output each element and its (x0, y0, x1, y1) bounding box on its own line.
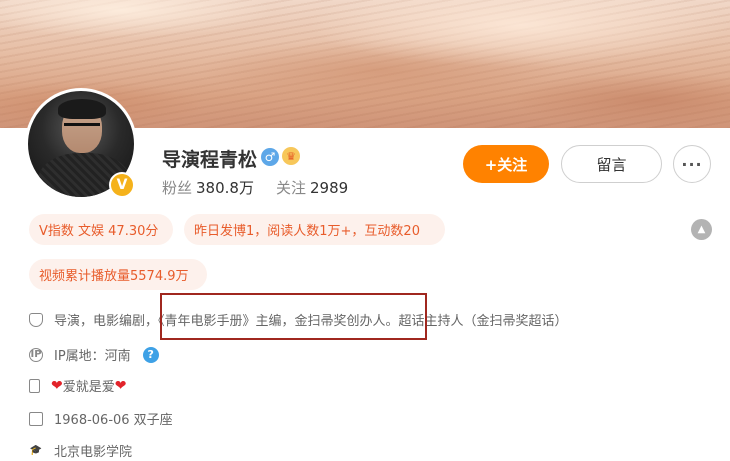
v-index-tag[interactable]: V指数 文娱 47.30分 (29, 214, 173, 245)
intro-text: 导演，电影编剧，《青年电影手册》主编，金扫帚奖创办人。超话主持人（金扫帚奖超话） (54, 314, 568, 329)
help-icon[interactable]: ? (142, 346, 159, 363)
shield-icon (29, 312, 43, 327)
ip-location: IP属地：河南 (54, 349, 131, 364)
ip-row: IP IP属地：河南 ? (29, 345, 159, 364)
message-button[interactable]: 留言 (561, 145, 662, 183)
verified-badge-icon: V (109, 172, 135, 198)
profile-stats: 粉丝 380.8万 关注 2989 (162, 177, 370, 198)
follow-button[interactable]: +关注 (463, 145, 549, 183)
fans-count[interactable]: 380.8万 (196, 179, 254, 197)
birthday-text: 1968-06-06 双子座 (54, 413, 173, 428)
school-row: 🎓 北京电影学院 (29, 441, 132, 460)
fans-label: 粉丝 (162, 179, 193, 197)
heart-icon: ❤ (51, 377, 63, 394)
motto-row: ❤ 爱就是爱 ❤ (29, 376, 126, 395)
school-text[interactable]: 北京电影学院 (54, 441, 132, 460)
yesterday-stats-tag[interactable]: 昨日发博1，阅读人数1万+，互动数20 (184, 214, 445, 245)
video-plays-tag[interactable]: 视频累计播放量5574.9万 (29, 259, 207, 290)
profile-name: 导演程青松 (162, 149, 258, 171)
birthday-row: 1968-06-06 双子座 (29, 409, 173, 428)
calendar-icon (29, 411, 43, 426)
male-icon: ♂ (261, 148, 279, 166)
avatar[interactable]: V (25, 88, 137, 200)
following-count[interactable]: 2989 (310, 179, 348, 197)
heart-icon: ❤ (114, 377, 127, 394)
graduation-cap-icon: 🎓 (29, 445, 43, 456)
intro-row: 导演，电影编剧，《青年电影手册》主编，金扫帚奖创办人。超话主持人（金扫帚奖超话） (29, 310, 568, 329)
following-label: 关注 (275, 179, 306, 197)
motto-text: 爱就是爱 (62, 380, 115, 395)
ip-icon: IP (29, 347, 43, 362)
collapse-icon[interactable]: ▲ (691, 219, 712, 240)
crown-icon[interactable]: ♛ (282, 147, 300, 165)
document-icon (29, 378, 40, 393)
more-button[interactable]: ··· (673, 145, 711, 183)
